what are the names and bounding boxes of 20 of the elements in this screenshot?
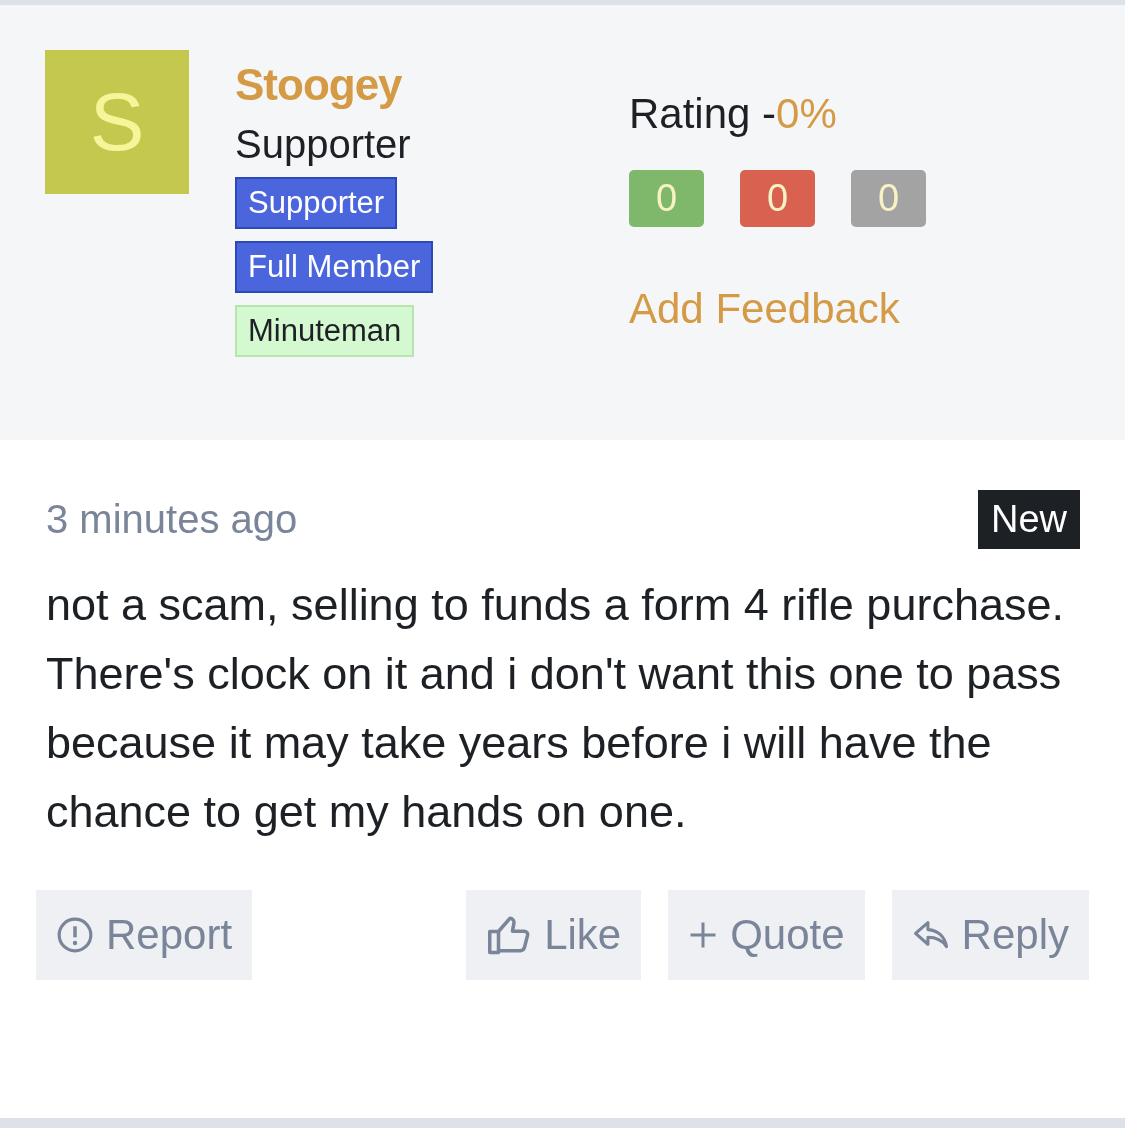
username[interactable]: Stoogey xyxy=(235,60,402,110)
feedback-count: 0 xyxy=(740,170,815,227)
quote-button[interactable]: Quote xyxy=(668,890,865,980)
rating-value: 0% xyxy=(776,90,837,137)
report-button[interactable]: Report xyxy=(36,890,253,980)
alert-icon xyxy=(56,916,94,954)
user-badge: Full Member xyxy=(235,241,434,293)
post-text: not a scam, selling to funds a form 4 rifle purchase. There's clock on it and i don't want this one to pass because it may take years before i will have the chance to get my hands on one. xyxy=(46,578,1065,839)
plus-icon xyxy=(688,920,719,950)
feedback-count: 0 xyxy=(629,170,704,227)
user-badge: Minuteman xyxy=(235,305,415,357)
rating-label: Rating - xyxy=(629,90,777,137)
new-label: New xyxy=(977,489,1080,549)
feedback-count: 0 xyxy=(851,170,926,227)
post-time: 3 minutes ago xyxy=(46,496,298,542)
like-button[interactable]: Like xyxy=(466,890,642,980)
user-title: Supporter xyxy=(235,122,411,167)
add-feedback-link[interactable]: Add Feedback xyxy=(629,285,900,333)
reply-button[interactable]: Reply xyxy=(891,890,1089,980)
user-badge: Supporter xyxy=(235,177,398,229)
